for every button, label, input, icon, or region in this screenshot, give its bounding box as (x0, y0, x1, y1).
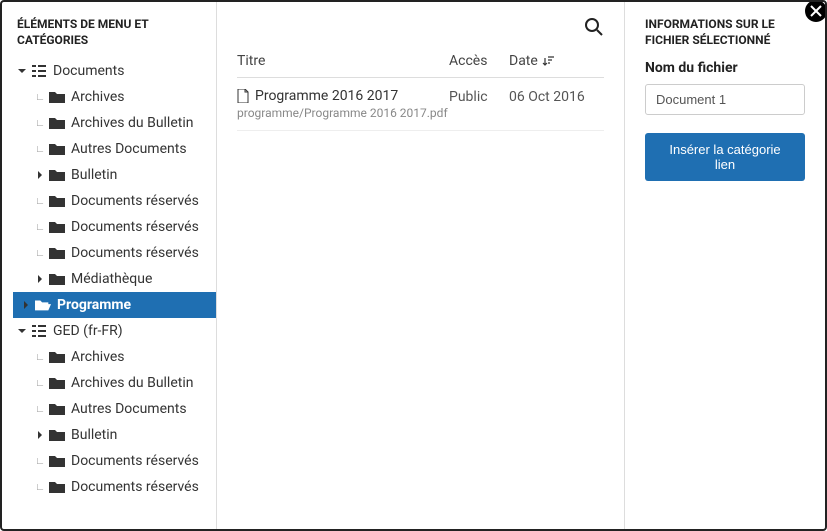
details-panel: INFORMATIONS SUR LE FICHIER SÉLECTIONNÉ … (625, 2, 825, 529)
tree-item-label: GED (fr-FR) (53, 323, 123, 339)
category-icon (31, 323, 47, 339)
filename-input[interactable] (645, 84, 805, 115)
tree-elbow-icon: ∟ (35, 378, 45, 389)
tree-item-label: Archives (71, 349, 125, 365)
file-pdf-icon (237, 89, 249, 103)
tree-item-label: Documents réservés (71, 219, 199, 235)
tree-item-archives[interactable]: ∟ Archives (17, 344, 216, 370)
tree-item-documents-r-serv-s[interactable]: ∟ Documents réservés (17, 240, 216, 266)
tree-item-archives-du-bulletin[interactable]: ∟ Archives du Bulletin (17, 110, 216, 136)
cell-access: Public (449, 88, 509, 105)
cell-title: Programme 2016 2017 programme/Programme 2… (237, 88, 449, 120)
tree-item-label: Archives du Bulletin (71, 115, 193, 131)
folder-icon (49, 427, 65, 443)
tree-item-label: Documents réservés (71, 193, 199, 209)
tree-elbow-icon: ∟ (35, 404, 45, 415)
expand-toggle[interactable] (35, 274, 45, 284)
tree-item-archives[interactable]: ∟ Archives (17, 84, 216, 110)
tree-item-label: Autres Documents (71, 401, 187, 417)
folder-icon (49, 193, 65, 209)
expand-toggle[interactable] (17, 66, 27, 76)
file-row[interactable]: Programme 2016 2017 programme/Programme 2… (237, 78, 604, 131)
tree-item-autres-documents[interactable]: ∟ Autres Documents (17, 136, 216, 162)
tree-elbow-icon: ∟ (35, 352, 45, 363)
tree-elbow-icon: ∟ (35, 222, 45, 233)
tree-item-label: Documents réservés (71, 245, 199, 261)
column-date[interactable]: Date (509, 53, 604, 69)
tree-item-label: Documents réservés (71, 453, 199, 469)
folder-icon (49, 479, 65, 495)
filename-label: Nom du fichier (645, 60, 805, 76)
tree-item-documents[interactable]: Documents (17, 58, 216, 84)
tree-elbow-icon: ∟ (35, 456, 45, 467)
cell-date: 06 Oct 2016 (509, 88, 604, 105)
tree-item-label: Bulletin (71, 427, 117, 443)
search-icon (584, 17, 604, 37)
tree-item-label: Archives du Bulletin (71, 375, 193, 391)
tree-item-programme[interactable]: Programme (13, 292, 216, 318)
tree-item-documents-r-serv-s[interactable]: ∟ Documents réservés (17, 188, 216, 214)
tree-elbow-icon: ∟ (35, 482, 45, 493)
close-button[interactable] (805, 0, 827, 22)
tree-item-label: Archives (71, 89, 125, 105)
close-icon (810, 5, 822, 17)
folder-icon (49, 271, 65, 287)
column-title[interactable]: Titre (237, 53, 449, 69)
file-title: Programme 2016 2017 (255, 88, 398, 104)
tree-item-autres-documents[interactable]: ∟ Autres Documents (17, 396, 216, 422)
expand-toggle[interactable] (35, 430, 45, 440)
tree-item-label: Autres Documents (71, 141, 187, 157)
file-picker-modal: ÉLÉMENTS DE MENU ET CATÉGORIES Documents… (0, 0, 827, 531)
folder-icon (49, 89, 65, 105)
expand-toggle[interactable] (17, 326, 27, 336)
search-button[interactable] (584, 17, 604, 37)
column-date-label: Date (509, 53, 538, 69)
tree-elbow-icon: ∟ (35, 196, 45, 207)
tree-item-label: Médiathèque (71, 271, 152, 287)
category-icon (31, 63, 47, 79)
folder-icon (49, 245, 65, 261)
folder-icon (49, 401, 65, 417)
tree-item-documents-r-serv-s[interactable]: ∟ Documents réservés (17, 448, 216, 474)
insert-category-link-button[interactable]: Insérer la catégorie lien (645, 133, 805, 181)
tree-item-label: Documents (53, 63, 124, 79)
tree-elbow-icon: ∟ (35, 248, 45, 259)
tree-item-label: Bulletin (71, 167, 117, 183)
tree-item-ged-fr-fr-[interactable]: GED (fr-FR) (17, 318, 216, 344)
table-body: Programme 2016 2017 programme/Programme 2… (237, 78, 604, 131)
folder-icon (49, 453, 65, 469)
category-tree: Documents∟Archives∟Archives du Bulletin∟… (17, 58, 216, 500)
tree-elbow-icon: ∟ (35, 144, 45, 155)
tree-item-bulletin[interactable]: Bulletin (17, 422, 216, 448)
folder-open-icon (35, 297, 51, 313)
tree-elbow-icon: ∟ (35, 118, 45, 129)
expand-toggle[interactable] (21, 300, 31, 310)
sidebar: ÉLÉMENTS DE MENU ET CATÉGORIES Documents… (2, 2, 217, 529)
folder-icon (49, 219, 65, 235)
tree-item-m-diath-que[interactable]: Médiathèque (17, 266, 216, 292)
tree-item-bulletin[interactable]: Bulletin (17, 162, 216, 188)
tree-item-label: Documents réservés (71, 479, 199, 495)
tree-elbow-icon: ∟ (35, 92, 45, 103)
column-access[interactable]: Accès (449, 53, 509, 69)
folder-icon (49, 115, 65, 131)
folder-icon (49, 349, 65, 365)
sort-desc-icon (542, 55, 554, 67)
tree-item-documents-r-serv-s[interactable]: ∟ Documents réservés (17, 474, 216, 500)
sidebar-heading: ÉLÉMENTS DE MENU ET CATÉGORIES (17, 17, 216, 48)
details-heading: INFORMATIONS SUR LE FICHIER SÉLECTIONNÉ (645, 17, 805, 48)
folder-icon (49, 375, 65, 391)
tree-item-documents-r-serv-s[interactable]: ∟ Documents réservés (17, 214, 216, 240)
table-header: Titre Accès Date (237, 45, 604, 78)
folder-icon (49, 167, 65, 183)
folder-icon (49, 141, 65, 157)
tree-item-archives-du-bulletin[interactable]: ∟ Archives du Bulletin (17, 370, 216, 396)
file-list-panel: Titre Accès Date Programme 2016 2017 prog… (217, 2, 625, 529)
tree-item-label: Programme (57, 297, 131, 313)
file-path: programme/Programme 2016 2017.pdf (237, 106, 449, 120)
expand-toggle[interactable] (35, 170, 45, 180)
